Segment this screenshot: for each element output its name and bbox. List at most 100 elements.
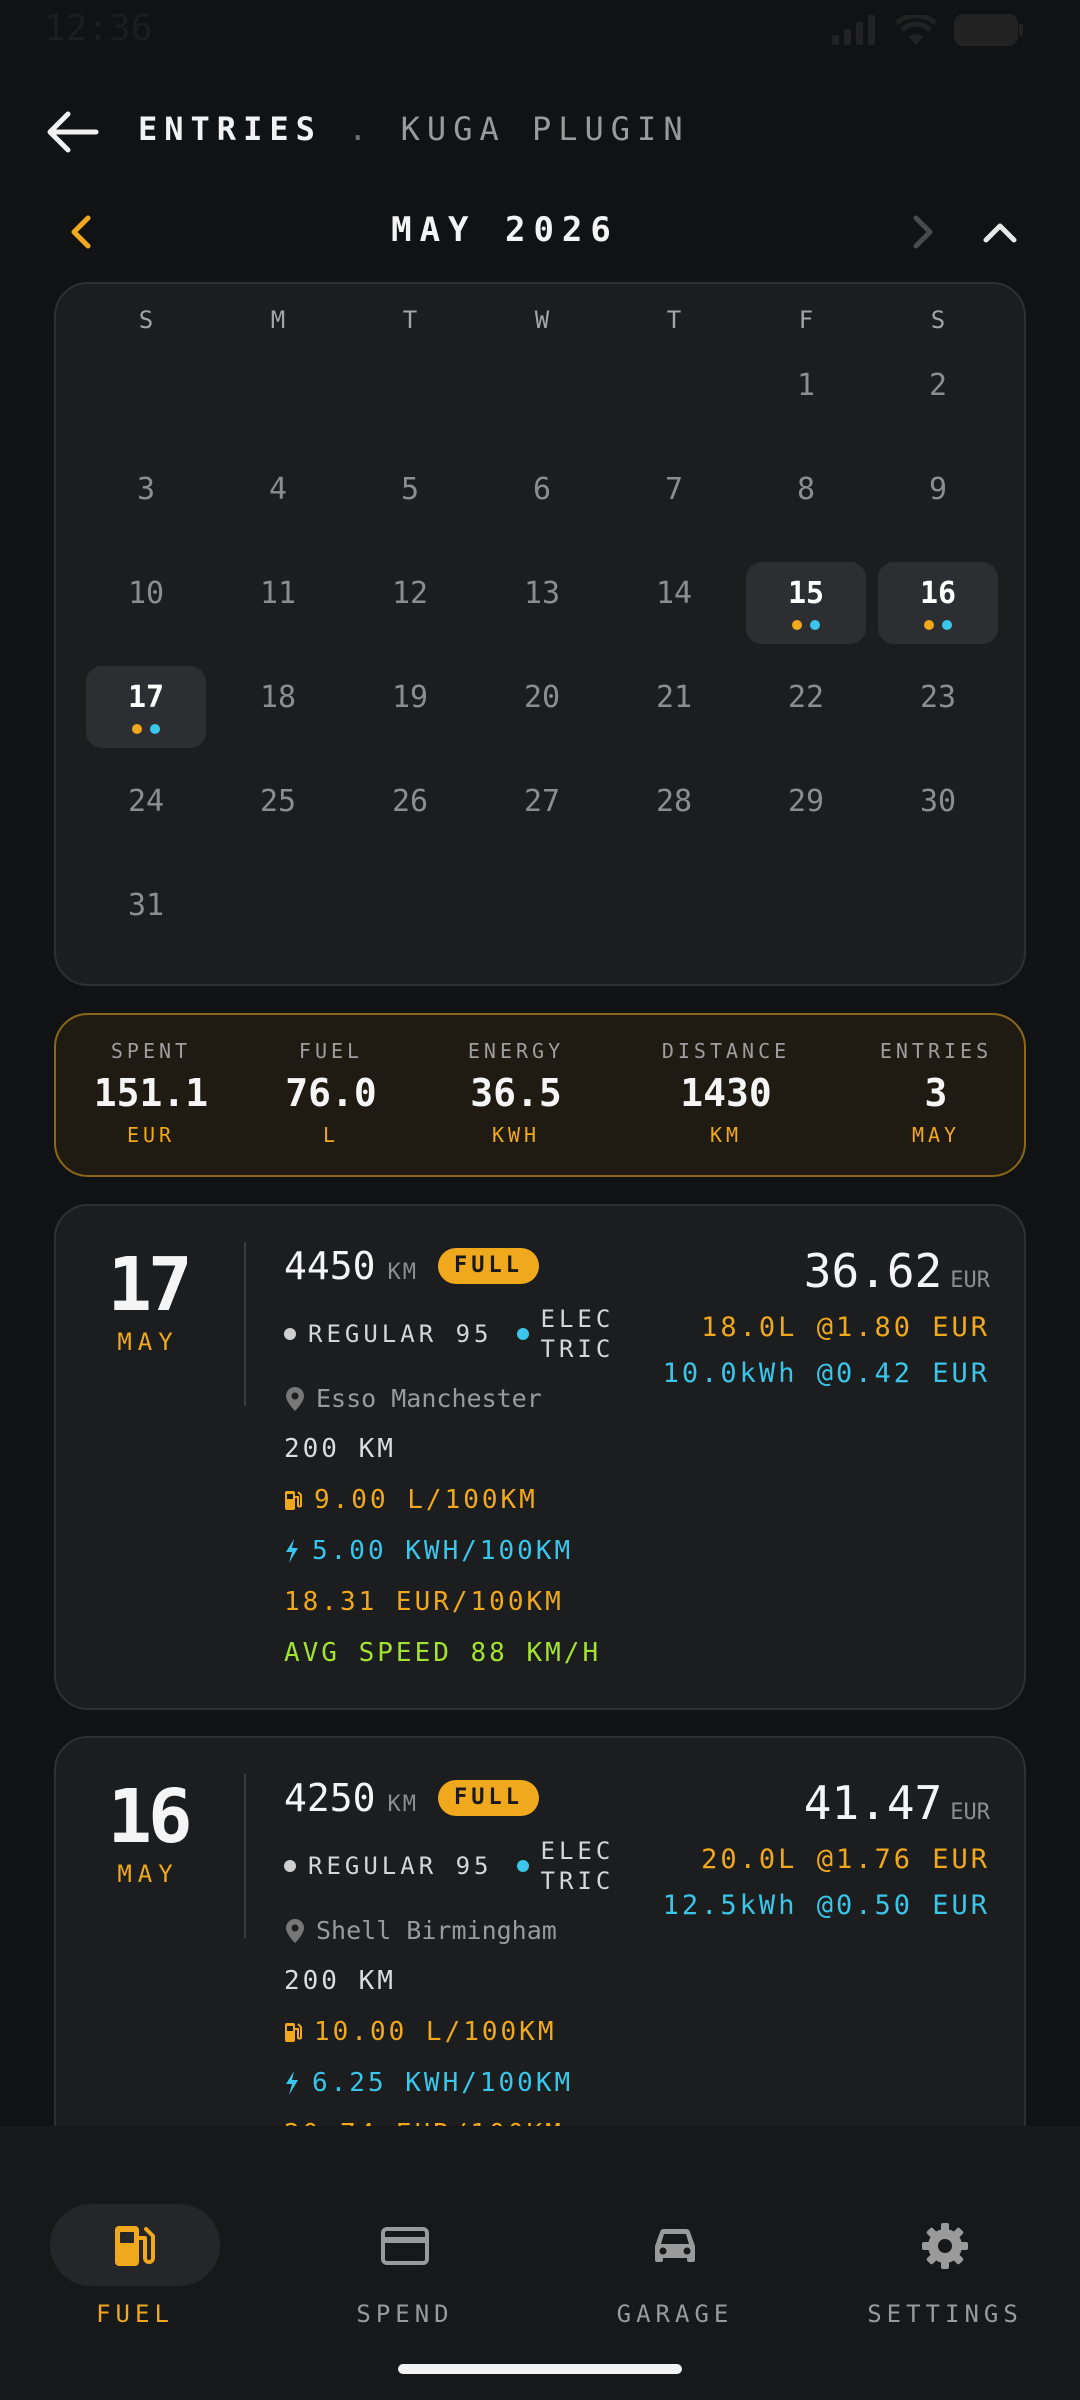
- entry-month: MAY: [117, 1328, 179, 1356]
- nav-fuel[interactable]: FUEL: [0, 2166, 270, 2328]
- energy-type-line: TRIC: [540, 1867, 615, 1895]
- calendar-day-26[interactable]: 26: [344, 770, 476, 874]
- location-pin-icon: [286, 1918, 304, 1943]
- calendar-day-15[interactable]: 15: [740, 562, 872, 666]
- calendar-day-17[interactable]: 17: [80, 666, 212, 770]
- calendar-day-11[interactable]: 11: [212, 562, 344, 666]
- fuel-pump-icon: [115, 2226, 155, 2266]
- home-indicator[interactable]: [398, 2364, 682, 2374]
- calendar-day-3[interactable]: 3: [80, 458, 212, 562]
- calendar-blank: [212, 354, 344, 458]
- calendar-day-13[interactable]: 13: [476, 562, 608, 666]
- calendar-blank: [344, 354, 476, 458]
- nav-label: FUEL: [96, 2300, 174, 2328]
- calendar-day-6[interactable]: 6: [476, 458, 608, 562]
- day-number: 22: [787, 680, 825, 715]
- energy-type: ELEC TRIC: [541, 1836, 615, 1896]
- calendar-day-21[interactable]: 21: [608, 666, 740, 770]
- day-number: 7: [664, 472, 684, 507]
- summary-unit: KWH: [491, 1123, 541, 1147]
- calendar-day-10[interactable]: 10: [80, 562, 212, 666]
- entry-divider: [244, 1242, 246, 1406]
- energy-rate: 10.0kWh @0.42 EUR: [662, 1358, 990, 1389]
- day-number: 21: [655, 680, 693, 715]
- battery-icon: [954, 14, 1023, 46]
- car-icon: [655, 2228, 695, 2262]
- calendar-day-8[interactable]: 8: [740, 458, 872, 562]
- back-button[interactable]: [46, 108, 102, 156]
- energy-consumption: 5.00 KWH/100KM: [284, 1536, 573, 1566]
- weekday-label: W: [534, 306, 550, 334]
- energy-indicator-dot: [810, 620, 820, 630]
- calendar-day-5[interactable]: 5: [344, 458, 476, 562]
- nav-garage[interactable]: GARAGE: [540, 2166, 810, 2328]
- day-number: 8: [796, 472, 816, 507]
- day-number: 18: [259, 680, 297, 715]
- calendar-day-29[interactable]: 29: [740, 770, 872, 874]
- signal-icon: [832, 15, 875, 45]
- calendar-day-7[interactable]: 7: [608, 458, 740, 562]
- entry-odometer: 4450 KM: [284, 1244, 418, 1288]
- calendar-day-25[interactable]: 25: [212, 770, 344, 874]
- day-number: 14: [655, 576, 693, 611]
- day-number: 27: [523, 784, 561, 819]
- total-value: 36.62: [803, 1244, 943, 1298]
- calendar-day-30[interactable]: 30: [872, 770, 1004, 874]
- calendar-day-2[interactable]: 2: [872, 354, 1004, 458]
- energy-type-line: ELEC: [540, 1305, 615, 1333]
- nav-settings[interactable]: SETTINGS: [810, 2166, 1080, 2328]
- calendar-day-31[interactable]: 31: [80, 874, 212, 978]
- day-number: 26: [391, 784, 429, 819]
- gear-icon: [922, 2223, 968, 2269]
- entry-card[interactable]: 17 MAY 4450 KM FULL REGULAR 95 ELEC TRIC …: [54, 1204, 1026, 1710]
- total-value: 41.47: [803, 1776, 943, 1830]
- calendar-day-16[interactable]: 16: [872, 562, 1004, 666]
- calendar-day-23[interactable]: 23: [872, 666, 1004, 770]
- summary-spent: SPENT 151.1 EUR: [76, 1039, 226, 1147]
- summary-distance: DISTANCE 1430 KM: [626, 1039, 826, 1147]
- calendar-day-9[interactable]: 9: [872, 458, 1004, 562]
- collapse-calendar-button[interactable]: [980, 212, 1020, 252]
- calendar-day-24[interactable]: 24: [80, 770, 212, 874]
- summary-entries: ENTRIES 3 MAY: [856, 1039, 1016, 1147]
- calendar-day-12[interactable]: 12: [344, 562, 476, 666]
- location-name: Shell Birmingham: [316, 1916, 557, 1945]
- entry-indicators: [80, 724, 212, 734]
- day-number: 30: [919, 784, 957, 819]
- energy-type-line: ELEC: [540, 1837, 615, 1865]
- calendar-day-27[interactable]: 27: [476, 770, 608, 874]
- fuel-consumption: 9.00 L/100KM: [284, 1485, 538, 1515]
- day-number: 3: [136, 472, 156, 507]
- summary-unit: KM: [709, 1123, 743, 1147]
- weekday-label: S: [138, 306, 154, 334]
- entry-distance: 200 KM: [284, 1434, 396, 1464]
- entry-month: MAY: [117, 1860, 179, 1888]
- location-name: Esso Manchester: [316, 1384, 542, 1413]
- day-number: 1: [796, 368, 816, 403]
- calendar-day-18[interactable]: 18: [212, 666, 344, 770]
- calendar-day-22[interactable]: 22: [740, 666, 872, 770]
- weekday-label: S: [930, 306, 946, 334]
- chevron-right-icon: [913, 215, 933, 249]
- calendar-day-19[interactable]: 19: [344, 666, 476, 770]
- status-bar: 12:36: [0, 0, 1080, 60]
- energy-type: ELEC TRIC: [541, 1304, 615, 1364]
- odometer-value: 4450: [284, 1244, 376, 1288]
- day-number: 19: [391, 680, 429, 715]
- calendar-day-20[interactable]: 20: [476, 666, 608, 770]
- weekday-label: T: [402, 306, 418, 334]
- fuel-indicator-dot: [132, 724, 142, 734]
- calendar-blank: [608, 354, 740, 458]
- nav-spend[interactable]: SPEND: [270, 2166, 540, 2328]
- calendar: S M T W T F S 1 2 3 4 5 6 7 8 9 10 11 12 13 14 15 16 17 1…: [54, 282, 1026, 986]
- calendar-day-28[interactable]: 28: [608, 770, 740, 874]
- calendar-day-1[interactable]: 1: [740, 354, 872, 458]
- day-number: 29: [787, 784, 825, 819]
- day-number: 20: [523, 680, 561, 715]
- next-month-button[interactable]: [904, 212, 940, 252]
- calendar-day-4[interactable]: 4: [212, 458, 344, 562]
- summary-value: 36.5: [470, 1071, 562, 1115]
- entry-location: Esso Manchester: [286, 1384, 542, 1413]
- chevron-up-icon: [983, 223, 1017, 243]
- calendar-day-14[interactable]: 14: [608, 562, 740, 666]
